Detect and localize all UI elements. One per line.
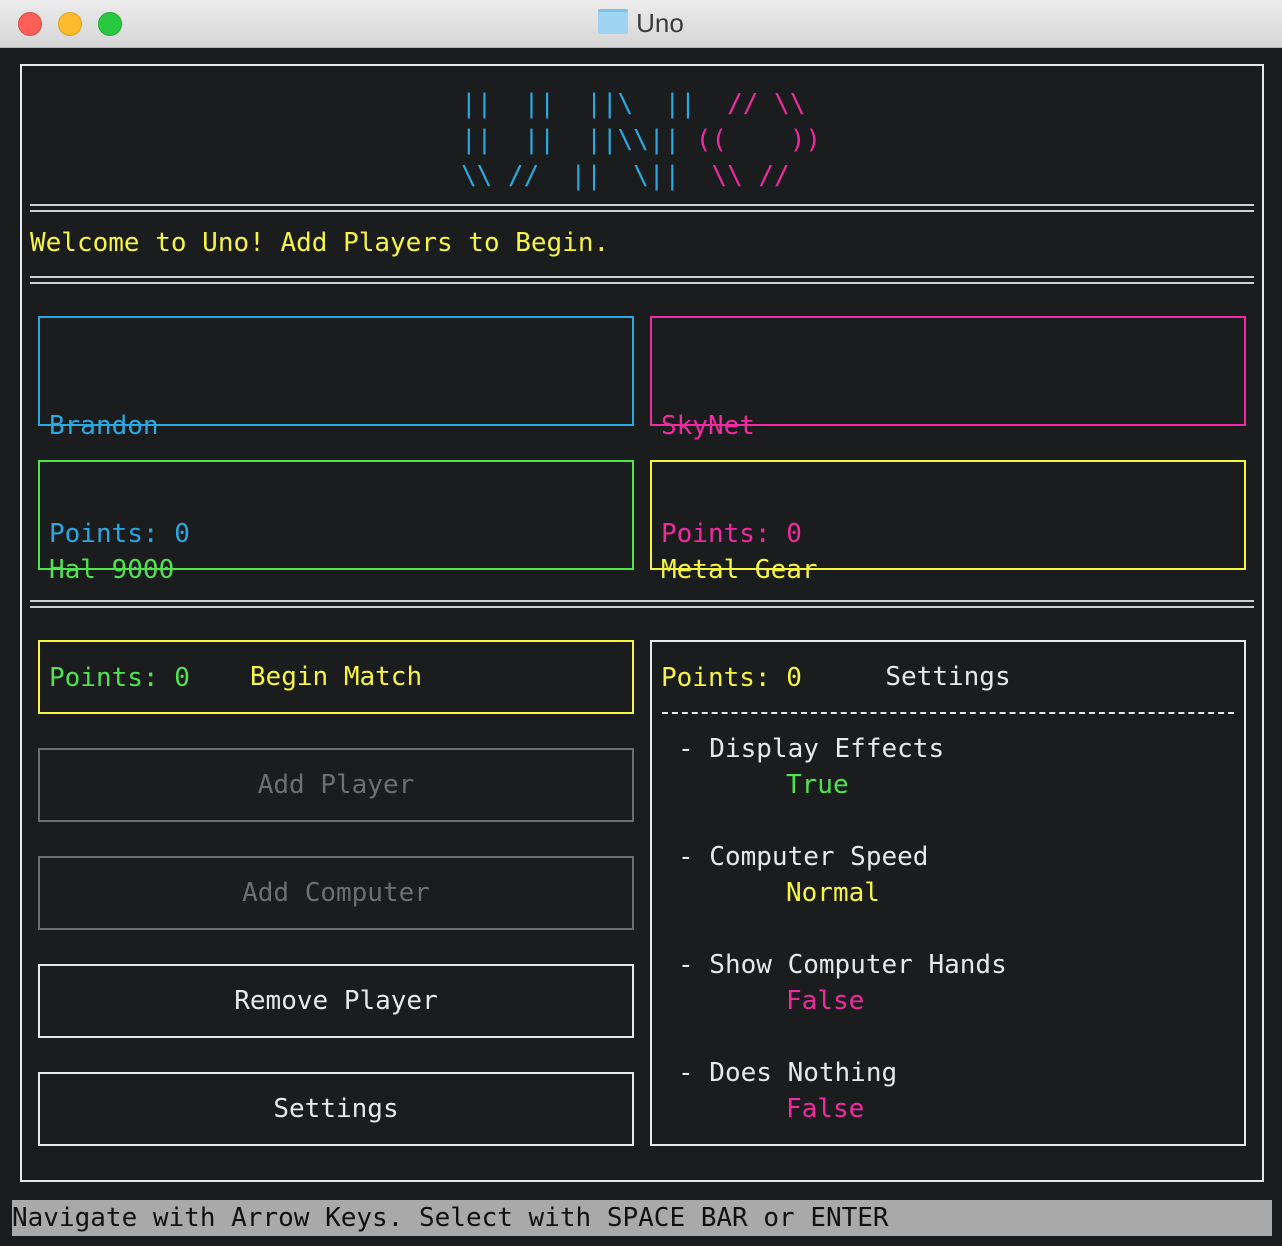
add-computer-button[interactable]: Add Computer — [38, 856, 634, 930]
player-card: Metal Gear Points: 0 — [650, 460, 1246, 693]
setting-does-nothing-label: - Does Nothing — [678, 1058, 898, 1088]
setting-display-effects-label: - Display Effects — [678, 734, 945, 764]
begin-match-button[interactable]: Begin Match — [38, 640, 634, 714]
settings-title: Settings — [885, 662, 1011, 692]
uno-logo-art: || || ||\ || // \\ || || ||\\|| (( )) \\… — [461, 86, 821, 194]
setting-show-computer-hands-value[interactable]: False — [786, 986, 864, 1016]
player-card: SkyNet Points: 0 — [650, 316, 1246, 549]
settings-divider — [662, 712, 1234, 714]
status-bar: Navigate with Arrow Keys. Select with SP… — [12, 1200, 1272, 1236]
setting-does-nothing-value[interactable]: False — [786, 1094, 864, 1124]
window-titlebar: Uno — [0, 0, 1282, 48]
divider — [30, 600, 1254, 608]
settings-button[interactable]: Settings — [38, 1072, 634, 1146]
settings-panel: Settings - Display Effects True - Comput… — [650, 640, 1246, 1146]
setting-computer-speed-value[interactable]: Normal — [786, 878, 880, 908]
divider — [30, 204, 1254, 212]
player-name: Brandon — [49, 411, 159, 441]
welcome-message: Welcome to Uno! Add Players to Begin. — [30, 228, 610, 258]
logo-line-3-u-n: \\ // || \|| — [460, 161, 681, 191]
window-title-text: Uno — [636, 8, 684, 38]
divider — [30, 276, 1254, 284]
remove-player-button[interactable]: Remove Player — [38, 964, 634, 1038]
add-player-button[interactable]: Add Player — [38, 748, 634, 822]
logo-line-3-o: \\ // — [680, 161, 790, 191]
setting-show-computer-hands-label: - Show Computer Hands — [678, 950, 1007, 980]
player-name: SkyNet — [661, 411, 755, 441]
player-card: Hal 9000 Points: 0 — [38, 460, 634, 693]
uno-logo: || || ||\ || // \\ || || ||\\|| (( )) \\… — [0, 86, 1282, 194]
window-title: Uno — [0, 8, 1282, 39]
setting-computer-speed-label: - Computer Speed — [678, 842, 929, 872]
logo-line-1-o: // \\ — [695, 89, 806, 119]
setting-display-effects-value[interactable]: True — [786, 770, 849, 800]
logo-line-2-o: (( )) — [680, 125, 822, 155]
folder-icon — [598, 9, 629, 34]
logo-line-2-u-n: || || ||\\|| — [460, 125, 681, 155]
logo-line-1-u-n: || || ||\ || — [460, 89, 696, 119]
player-card: Brandon Points: 0 — [38, 316, 634, 549]
player-name: Metal Gear — [661, 555, 818, 585]
player-name: Hal 9000 — [49, 555, 175, 585]
